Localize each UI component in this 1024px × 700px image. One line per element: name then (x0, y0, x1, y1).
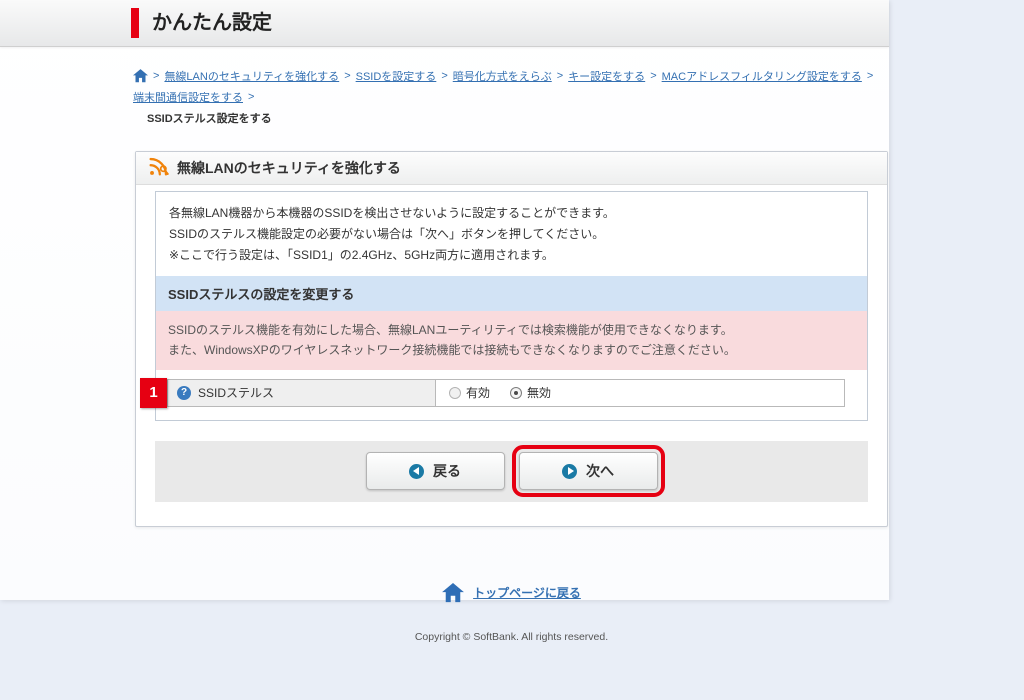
main-content: > 無線LANのセキュリティを強化する > SSIDを設定する > 暗号化方式を… (133, 47, 888, 643)
warning-line: また、WindowsXPのワイヤレスネットワーク接続機能では接続もできなくなりま… (168, 343, 736, 358)
home-icon[interactable] (133, 69, 148, 83)
back-arrow-icon (409, 463, 424, 479)
breadcrumb-separator: > (248, 91, 255, 103)
setting-row: ? SSIDステルス 有効 無効 (167, 378, 845, 407)
warning-line: SSIDのステルス機能を有効にした場合、無線LANユーティリティでは検索機能が使… (168, 323, 733, 337)
breadcrumb-separator: > (441, 70, 448, 82)
page-column: かんたん設定 > 無線LANのセキュリティを強化する > SSIDを設定する >… (0, 0, 889, 643)
breadcrumb-link-security[interactable]: 無線LANのセキュリティを強化する (164, 68, 339, 84)
wireless-security-icon (148, 156, 169, 180)
top-page-link-label: トップページに戻る (473, 586, 581, 601)
breadcrumb: > 無線LANのセキュリティを強化する > SSIDを設定する > 暗号化方式を… (133, 47, 888, 126)
next-button-label: 次へ (586, 463, 614, 480)
radio-icon-disable[interactable] (510, 386, 523, 399)
top-page-link[interactable]: トップページに戻る (442, 582, 581, 603)
setting-label: SSIDステルス (198, 386, 275, 401)
breadcrumb-separator: > (344, 70, 351, 82)
radio-icon-enable[interactable] (449, 386, 461, 399)
step-number-badge: 1 (140, 377, 167, 408)
panel-title: 無線LANのセキュリティを強化する (177, 160, 401, 176)
panel-body: 各無線LAN機器から本機器のSSIDを検出させないように設定することができます。… (136, 185, 887, 526)
description-line: 各無線LAN機器から本機器のSSIDを検出させないように設定することができます。 (169, 206, 615, 220)
breadcrumb-link-key[interactable]: キー設定をする (568, 68, 645, 84)
breadcrumb-separator: > (650, 70, 657, 82)
breadcrumb-separator: > (153, 70, 160, 82)
radio-label-disable: 無効 (527, 386, 552, 401)
breadcrumb-link-ssid[interactable]: SSIDを設定する (356, 68, 437, 84)
page-title: かんたん設定 (131, 8, 272, 38)
settings-box: 各無線LAN機器から本機器のSSIDを検出させないように設定することができます。… (140, 191, 868, 421)
home-icon (442, 582, 465, 603)
setting-label-cell: ? SSIDステルス (168, 379, 436, 406)
radio-option-enable[interactable]: 有効 (449, 384, 490, 401)
breadcrumb-separator: > (556, 70, 564, 82)
footer: トップページに戻る Copyright © SoftBank. All righ… (135, 582, 888, 643)
breadcrumb-current-page: SSIDステルス設定をする (147, 113, 272, 125)
panel-header: 無線LANのセキュリティを強化する (136, 152, 887, 185)
warning-notice: SSIDのステルス機能を有効にした場合、無線LANユーティリティでは検索機能が使… (156, 311, 867, 370)
next-arrow-icon (562, 463, 577, 479)
radio-option-disable[interactable]: 無効 (510, 384, 551, 401)
breadcrumb-link-terminal[interactable]: 端末間通信設定をする (133, 89, 243, 105)
breadcrumb-link-encryption[interactable]: 暗号化方式をえらぶ (453, 68, 552, 84)
setting-value-cell: 有効 無効 (436, 380, 844, 406)
description-line: ※ここで行う設定は、「SSID1」の2.4GHz、5GHz両方に適用されます。 (169, 248, 554, 262)
back-button-label: 戻る (433, 463, 461, 480)
radio-label-enable: 有効 (466, 386, 491, 401)
description-line: SSIDのステルス機能設定の必要がない場合は「次へ」ボタンを押してください。 (169, 227, 605, 241)
app-header: かんたん設定 (0, 0, 889, 47)
settings-panel: 無線LANのセキュリティを強化する 各無線LAN機器から本機器のSSIDを検出さ… (135, 151, 888, 527)
back-button[interactable]: 戻る (365, 452, 505, 491)
help-icon[interactable]: ? (177, 385, 191, 400)
description: 各無線LAN機器から本機器のSSIDを検出させないように設定することができます。… (156, 192, 867, 276)
section-header: SSIDステルスの設定を変更する (156, 276, 867, 311)
button-strip: 戻る 次へ (155, 440, 868, 502)
copyright-text: Copyright © SoftBank. All rights reserve… (414, 630, 609, 643)
breadcrumb-separator: > (866, 70, 874, 82)
setting-row-wrap: 1 ? SSIDステルス 有効 無効 (140, 377, 845, 408)
next-button[interactable]: 次へ (511, 445, 665, 498)
breadcrumb-link-macfilter[interactable]: MACアドレスフィルタリング設定をする (662, 68, 862, 84)
breadcrumb-line: > 無線LANのセキュリティを強化する > SSIDを設定する > 暗号化方式を… (133, 68, 888, 105)
